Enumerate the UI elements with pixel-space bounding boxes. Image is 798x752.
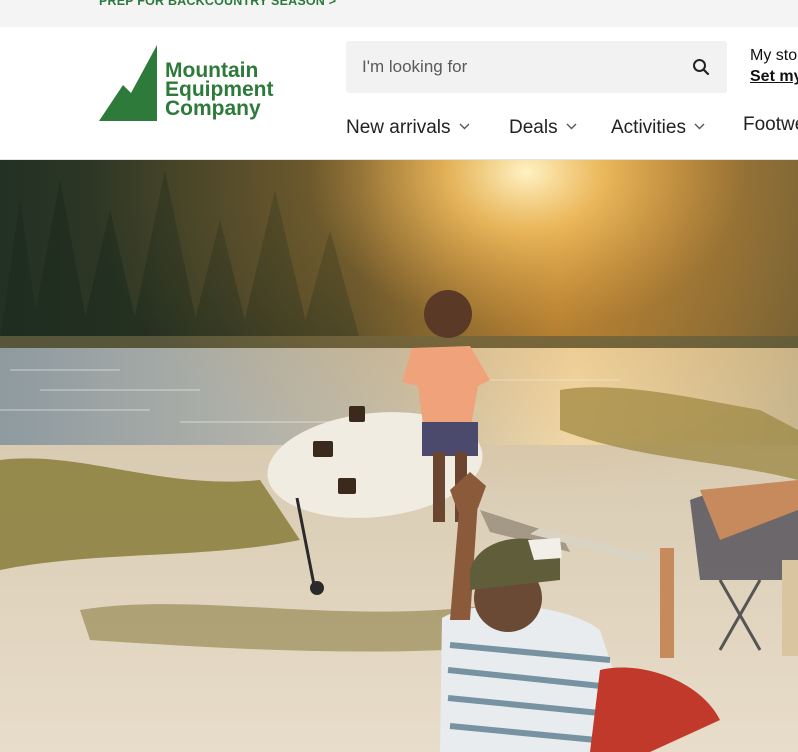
promo-link[interactable]: PREP FOR BACKCOUNTRY SEASON >: [99, 0, 336, 8]
hero-lake-scene: [0, 160, 798, 752]
nav-label: Deals: [509, 117, 558, 138]
store-label: My store: [750, 47, 798, 64]
search-button[interactable]: [687, 53, 715, 81]
hero-image[interactable]: [0, 160, 798, 752]
set-store-link[interactable]: Set my store: [750, 66, 798, 88]
nav-label: Activities: [611, 117, 686, 138]
promo-bar: PREP FOR BACKCOUNTRY SEASON >: [0, 0, 798, 27]
nav-item-activities[interactable]: Activities: [611, 114, 705, 142]
search-input[interactable]: [346, 41, 666, 93]
nav-label: New arrivals: [346, 117, 451, 138]
chevron-down-icon: [459, 114, 470, 136]
store-selector: My store Set my store: [750, 46, 798, 88]
nav-item-deals[interactable]: Deals: [509, 114, 577, 142]
chevron-down-icon: [566, 114, 577, 136]
search-icon: [693, 59, 710, 76]
search-box: [346, 41, 727, 93]
logo[interactable]: Mountain Equipment Company: [99, 45, 289, 127]
chevron-down-icon: [694, 114, 705, 136]
nav-label: Footwear: [743, 114, 798, 135]
nav-item-footwear[interactable]: Footwear: [743, 114, 798, 142]
nav-item-new-arrivals[interactable]: New arrivals: [346, 114, 470, 142]
mountain-logo-icon: [99, 45, 157, 121]
site-header: Mountain Equipment Company My store Set …: [0, 27, 798, 160]
logo-line-3: Company: [165, 97, 261, 120]
logo-wordmark: Mountain Equipment Company: [165, 60, 274, 120]
